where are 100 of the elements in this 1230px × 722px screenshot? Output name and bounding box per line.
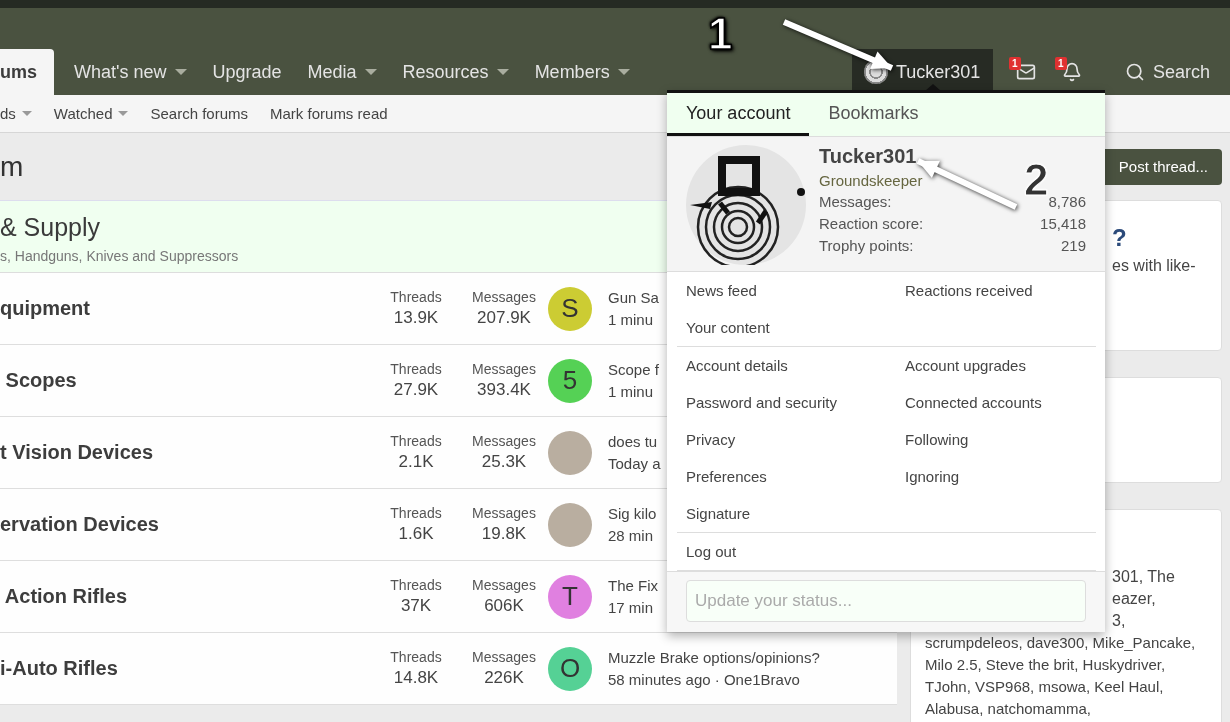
caret-icon	[496, 69, 509, 75]
sidebar-text: Alabusa, natchomamma,	[925, 699, 1091, 719]
stat-value: 2.1K	[398, 452, 434, 472]
letter-avatar[interactable]: 5	[548, 358, 592, 403]
last-post-meta: 28 min	[608, 527, 654, 544]
stat-value: 219	[1060, 236, 1086, 256]
menu-link[interactable]: Privacy	[686, 421, 736, 458]
stat-label: Threads	[390, 577, 442, 593]
last-post-meta: 17 min	[608, 599, 654, 616]
caret-icon	[21, 111, 32, 116]
last-post-meta: 1 minu	[608, 383, 654, 400]
inbox-button[interactable]: 1	[1002, 49, 1049, 95]
last-post-meta: Today a	[608, 455, 661, 472]
last-post-title[interactable]: Muzzle Brake options/opinions?	[608, 649, 820, 666]
sidebar-text: scrumpdeleos, dave300, Mike_Pancake,	[925, 633, 1196, 653]
stat-label: Messages:	[819, 192, 892, 212]
stat-label: Threads	[390, 289, 442, 305]
sidebar-text: 3,	[1112, 612, 1126, 629]
avatar-photo-placeholder[interactable]	[548, 502, 592, 547]
last-post-title[interactable]: does tu	[608, 433, 658, 450]
category-title[interactable]: & Supply	[0, 213, 101, 242]
menu-link[interactable]: Account upgrades	[905, 347, 1026, 384]
forum-title[interactable]: quipment	[0, 297, 90, 320]
stat-value: 226K	[484, 668, 524, 688]
search-button[interactable]: Search	[1094, 49, 1210, 95]
nav-tab[interactable]: ums	[0, 49, 54, 95]
sub-nav-link[interactable]: Watched	[53, 105, 129, 122]
menu-link[interactable]: News feed	[686, 272, 757, 309]
search-icon	[1124, 62, 1145, 82]
status-field[interactable]: Update your status...	[686, 580, 1086, 622]
caret-icon	[617, 69, 630, 75]
annotation-number: 1	[708, 12, 733, 56]
nav-tab[interactable]: Members	[524, 49, 640, 95]
stat-label: Threads	[390, 361, 442, 377]
stat-value: 27.9K	[393, 380, 439, 400]
nav-tab[interactable]: Resources	[392, 49, 519, 95]
stat-value: 207.9K	[477, 308, 531, 328]
nav-tab[interactable]: What's new	[64, 49, 197, 95]
last-post-meta: 58 minutes ago · One1Bravo	[608, 671, 800, 688]
menu-link[interactable]: Preferences	[686, 458, 767, 495]
last-post-title[interactable]: Sig kilo	[608, 505, 657, 522]
menu-link[interactable]: Connected accounts	[905, 384, 1042, 421]
menu-link[interactable]: Log out	[686, 533, 737, 570]
stat-label: Messages	[472, 505, 536, 521]
page-title: m	[0, 150, 24, 183]
forum-title[interactable]: t Vision Devices	[0, 441, 154, 464]
stat-value: 8,786	[1048, 192, 1086, 212]
alerts-button[interactable]: 1	[1048, 49, 1095, 95]
stat-value: 14.8K	[393, 668, 439, 688]
sub-nav-link[interactable]: Mark forums read	[270, 105, 388, 122]
stat-label: Messages	[472, 289, 536, 305]
menu-link[interactable]: Your content	[686, 309, 770, 346]
stat-label: Threads	[390, 433, 442, 449]
caret-icon	[118, 111, 129, 116]
forum-title[interactable]: ervation Devices	[0, 513, 159, 536]
stat-value: 1.6K	[398, 524, 434, 544]
stat-label: Threads	[390, 505, 442, 521]
nav-tab[interactable]: Media	[297, 49, 387, 95]
category-description: s, Handguns, Knives and Suppressors	[0, 248, 239, 264]
menu-link[interactable]: Reactions received	[905, 272, 1033, 309]
last-post-title[interactable]: Scope f	[608, 361, 659, 378]
forum-title[interactable]: Action Rifles	[0, 585, 128, 608]
count-badge: 1	[1008, 57, 1021, 70]
menu-link[interactable]: Signature	[686, 495, 751, 532]
sidebar-text: TJohn, VSP968, msowa, Keel Haul,	[925, 677, 1164, 697]
stat-label: Messages	[472, 577, 536, 593]
user-title: Groundskeeper	[819, 172, 923, 189]
stat-value: 25.3K	[481, 452, 527, 472]
menu-link[interactable]: Password and security	[686, 384, 837, 421]
menu-link[interactable]: Account details	[686, 347, 788, 384]
menu-tab[interactable]: Bookmarks	[809, 93, 938, 136]
sidebar-text: 301, The	[1112, 568, 1175, 585]
stat-label: Reaction score:	[819, 214, 924, 234]
forum-title[interactable]: Scopes	[0, 369, 77, 392]
stat-value: 393.4K	[477, 380, 531, 400]
forum-title[interactable]: i-Auto Rifles	[0, 657, 118, 680]
stat-label: Trophy points:	[819, 236, 914, 256]
stat-value: 606K	[484, 596, 524, 616]
menu-link[interactable]: Following	[905, 421, 969, 458]
avatar-photo-placeholder[interactable]	[548, 430, 592, 475]
stat-value: 37K	[400, 596, 432, 616]
last-post-title[interactable]: The Fix	[608, 577, 658, 594]
last-post-title[interactable]: Gun Sa	[608, 289, 659, 306]
annotation-number: 2	[1024, 158, 1049, 202]
stat-value: 19.8K	[481, 524, 527, 544]
nav-tab[interactable]: Upgrade	[202, 49, 292, 95]
stat-value: 13.9K	[393, 308, 439, 328]
sidebar-text: ?	[1112, 224, 1127, 251]
caret-icon	[364, 69, 377, 75]
menu-link[interactable]: Ignoring	[905, 458, 960, 495]
letter-avatar[interactable]: S	[548, 286, 592, 331]
stat-label: Messages	[472, 433, 536, 449]
stat-label: Messages	[472, 361, 536, 377]
sidebar-text: eazer,	[1112, 590, 1156, 607]
sub-nav-link[interactable]: ds	[0, 105, 32, 122]
profile-name[interactable]: Tucker301	[819, 145, 917, 168]
sub-nav-link[interactable]: Search forums	[150, 105, 249, 122]
count-badge: 1	[1054, 57, 1067, 70]
letter-avatar[interactable]: T	[548, 574, 592, 619]
letter-avatar[interactable]: O	[548, 646, 592, 691]
